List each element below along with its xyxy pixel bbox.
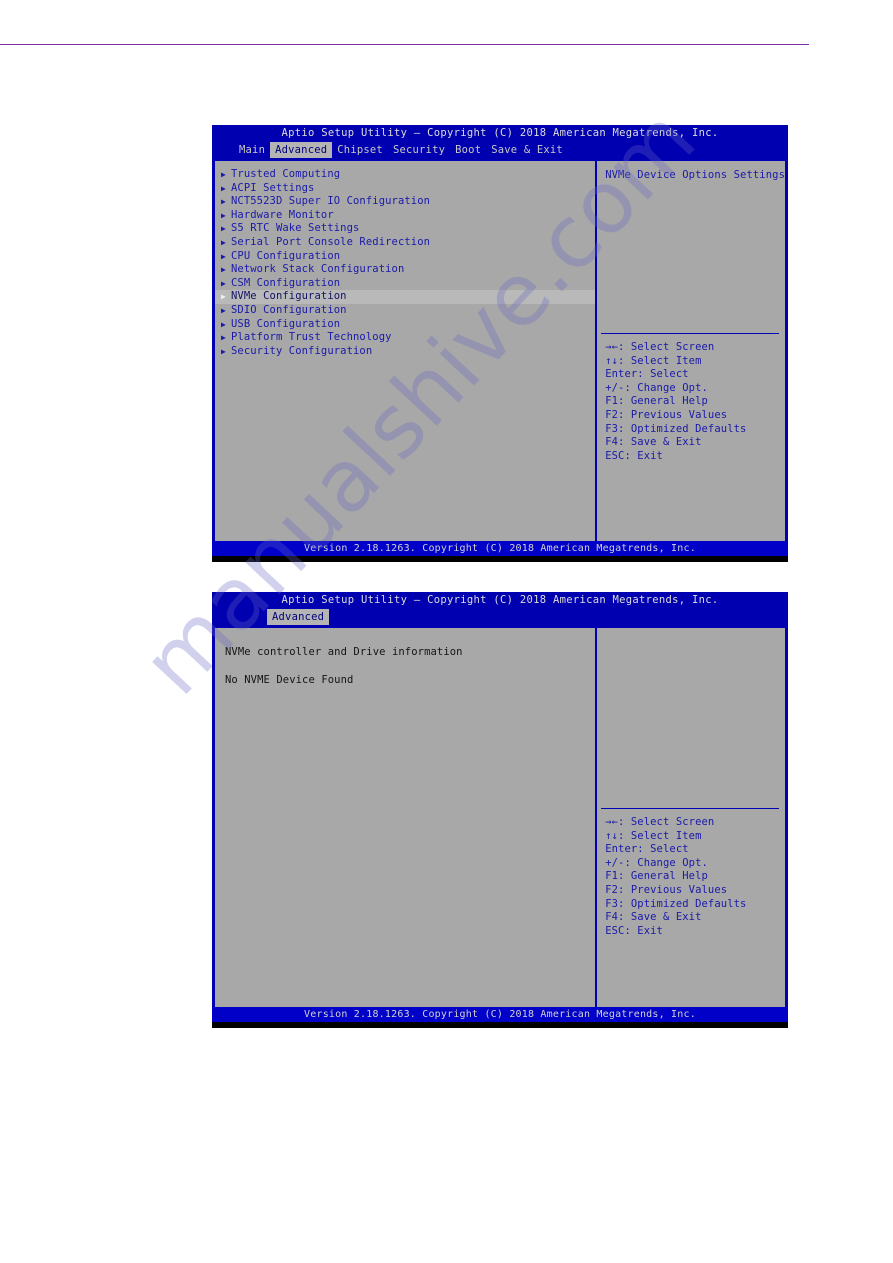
bios-info-pane: NVMe controller and Drive information No … [215,628,595,1015]
help-key: Enter: Select [605,843,689,856]
help-key: →←: Select Screen [605,341,715,353]
submenu-arrow-icon: ▶ [221,183,226,193]
bios-screen-advanced-menu: Aptio Setup Utility – Copyright (C) 2018… [212,125,788,562]
menu-item-label: NVMe Configuration [231,290,347,303]
menu-item-label: CPU Configuration [231,249,341,262]
help-key: ESC: Exit [605,449,663,462]
bios-help-pane: NVMe Device Options Settings →←: Select … [597,161,785,549]
help-key: F3: Optimized Defaults [605,897,747,910]
menu-item-platform-trust-technology[interactable]: ▶ Platform Trust Technology [215,331,595,345]
nvme-info-heading: NVMe controller and Drive information [225,646,463,658]
menu-item-label: S5 RTC Wake Settings [231,222,360,235]
help-key-list: →←: Select Screen ↑↓: Select Item Enter: S… [605,816,781,938]
help-key: Enter: Select [605,368,689,381]
bios-chrome: Aptio Setup Utility – Copyright (C) 2018… [212,592,788,1028]
submenu-arrow-icon: ▶ [221,333,226,343]
menu-item-s5-rtc-wake-settings[interactable]: ▶ S5 RTC Wake Settings [215,222,595,236]
menu-item-label: ACPI Settings [231,181,315,194]
menu-item-nct5523d-super-io-configuration[interactable]: ▶ NCT5523D Super IO Configuration [215,195,595,209]
submenu-arrow-icon: ▶ [221,237,226,247]
menu-item-hardware-monitor[interactable]: ▶ Hardware Monitor [215,209,595,223]
bios-body: NVMe controller and Drive information No … [214,627,786,1016]
bios-footer: Version 2.18.1263. Copyright (C) 2018 Am… [212,1007,788,1022]
help-key: F4: Save & Exit [605,436,702,449]
bios-tab-bar: Advanced [212,609,788,625]
menu-item-label: Security Configuration [231,344,373,357]
bios-bottom-edge [212,1022,788,1028]
menu-item-label: USB Configuration [231,317,341,330]
bios-bottom-edge [212,556,788,562]
help-key: ↑↓: Select Item [605,829,702,842]
help-divider [601,333,779,334]
menu-item-label: CSM Configuration [231,276,341,289]
menu-item-label: SDIO Configuration [231,303,347,316]
help-title: NVMe Device Options Settings [605,169,785,181]
submenu-arrow-icon: ▶ [221,210,226,220]
tab-chipset[interactable]: Chipset [332,142,388,158]
menu-item-label: Network Stack Configuration [231,263,405,276]
menu-item-nvme-configuration[interactable]: ▶ NVMe Configuration [215,290,595,304]
menu-item-serial-port-console-redirection[interactable]: ▶ Serial Port Console Redirection [215,236,595,250]
menu-item-trusted-computing[interactable]: ▶ Trusted Computing [215,168,595,182]
tab-boot[interactable]: Boot [450,142,486,158]
submenu-arrow-icon: ▶ [221,170,226,179]
help-key: F2: Previous Values [605,883,728,896]
submenu-arrow-icon: ▶ [221,319,226,329]
bios-footer: Version 2.18.1263. Copyright (C) 2018 Am… [212,541,788,556]
help-key: F2: Previous Values [605,408,728,421]
menu-item-label: Trusted Computing [231,168,341,180]
help-key: →←: Select Screen [605,816,715,828]
help-key: F3: Optimized Defaults [605,422,747,435]
page-header-rule [0,44,809,45]
help-key: F1: General Help [605,395,708,408]
tab-advanced[interactable]: Advanced [267,609,330,625]
nvme-info-block: NVMe controller and Drive information No … [215,635,595,687]
submenu-arrow-icon: ▶ [221,278,226,288]
menu-item-label: Serial Port Console Redirection [231,235,431,248]
help-key: +/-: Change Opt. [605,856,708,869]
tab-security[interactable]: Security [388,142,450,158]
bios-chrome: Aptio Setup Utility – Copyright (C) 2018… [212,125,788,562]
nvme-info-status: No NVME Device Found [225,674,354,686]
submenu-arrow-icon: ▶ [221,197,226,207]
menu-item-sdio-configuration[interactable]: ▶ SDIO Configuration [215,304,595,318]
bios-menu-pane: ▶ Trusted Computing ▶ ACPI Settings ▶ NCT5523… [215,161,595,549]
menu-item-acpi-settings[interactable]: ▶ ACPI Settings [215,182,595,196]
help-key: ↑↓: Select Item [605,354,702,367]
tab-save-exit[interactable]: Save & Exit [486,142,568,158]
bios-screen-nvme-configuration: Aptio Setup Utility – Copyright (C) 2018… [212,592,788,1028]
submenu-arrow-icon: ▶ [221,251,226,261]
submenu-arrow-icon: ▶ [221,224,226,234]
submenu-arrow-icon: ▶ [221,305,226,315]
submenu-arrow-icon: ▶ [221,265,226,275]
help-key-list: →←: Select Screen ↑↓: Select Item Enter: S… [605,341,781,463]
menu-item-network-stack-configuration[interactable]: ▶ Network Stack Configuration [215,263,595,277]
menu-item-label: NCT5523D Super IO Configuration [231,195,431,208]
menu-item-label: Platform Trust Technology [231,331,392,344]
bios-body: ▶ Trusted Computing ▶ ACPI Settings ▶ NCT5523… [214,160,786,550]
menu-item-csm-configuration[interactable]: ▶ CSM Configuration [215,277,595,291]
bios-tab-bar: Main Advanced Chipset Security Boot Save & Ex… [212,142,788,158]
help-key: ESC: Exit [605,924,663,937]
menu-item-usb-configuration[interactable]: ▶ USB Configuration [215,318,595,332]
bios-title-bar: Aptio Setup Utility – Copyright (C) 2018… [281,594,719,606]
menu-item-security-configuration[interactable]: ▶ Security Configuration [215,345,595,359]
submenu-arrow-icon: ▶ [221,292,226,302]
tab-main[interactable]: Main [234,142,270,158]
help-key: F1: General Help [605,870,708,883]
menu-item-cpu-configuration[interactable]: ▶ CPU Configuration [215,250,595,264]
menu-item-label: Hardware Monitor [231,208,334,221]
help-divider [601,808,779,809]
tab-advanced[interactable]: Advanced [270,142,333,158]
help-key: F4: Save & Exit [605,911,702,924]
help-key: +/-: Change Opt. [605,381,708,394]
bios-help-pane: →←: Select Screen ↑↓: Select Item Enter: S… [597,628,785,1015]
bios-title-bar: Aptio Setup Utility – Copyright (C) 2018… [281,127,719,139]
submenu-arrow-icon: ▶ [221,346,226,356]
